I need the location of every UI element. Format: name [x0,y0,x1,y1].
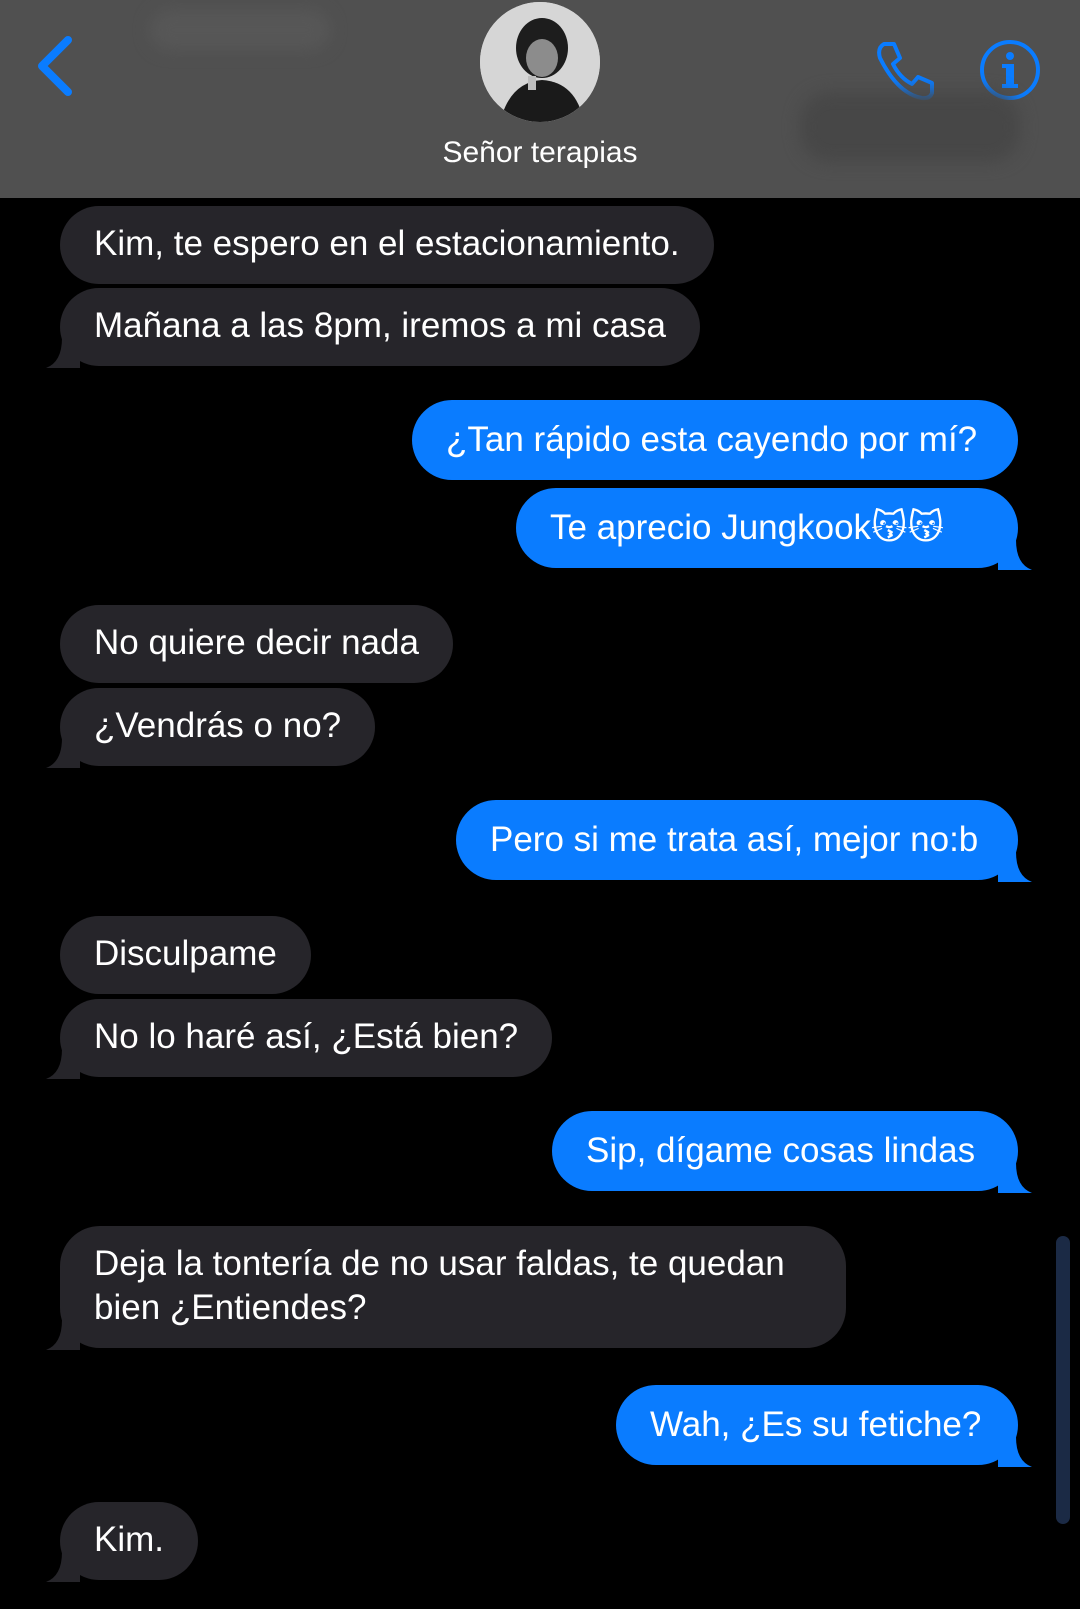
message-text: Wah, ¿Es su fetiche? [650,1405,982,1444]
bubble-tail [998,1163,1032,1193]
message-received[interactable]: Kim, te espero en el estacionamiento. [60,206,714,284]
message-text: Te aprecio Jungkook😽😽 [550,508,945,547]
message-received[interactable]: Kim. [46,1502,198,1582]
scrollbar[interactable] [1056,1236,1070,1524]
message-sent[interactable]: Sip, dígame cosas lindas [552,1111,1032,1193]
message-sent[interactable]: Wah, ¿Es su fetiche? [616,1385,1032,1467]
message-sent[interactable]: Te aprecio Jungkook😽😽 [516,488,1032,570]
message-text: Deja la tontería de no usar faldas, te q… [94,1244,785,1327]
avatar[interactable] [480,2,600,122]
bubble-tail [46,1320,80,1350]
message-received[interactable]: No lo haré así, ¿Está bien? [46,999,553,1079]
message-received[interactable]: Disculpame [60,916,311,994]
blurred-region [150,10,330,50]
bubble-tail [998,1437,1032,1467]
message-text: Mañana a las 8pm, iremos a mi casa [94,306,666,345]
message-text: Disculpame [94,934,277,973]
bubble-tail [998,852,1032,882]
bubble-tail [46,338,80,368]
message-text: No lo haré así, ¿Está bien? [94,1017,519,1056]
message-sent[interactable]: ¿Tan rápido esta cayendo por mí? [412,400,1018,480]
message-received[interactable]: No quiere decir nada [60,605,453,683]
message-text: ¿Vendrás o no? [94,706,342,745]
message-text: ¿Tan rápido esta cayendo por mí? [446,420,978,459]
message-text: Kim. [94,1520,164,1559]
bubble-tail [998,540,1032,570]
blurred-region [800,92,1020,162]
message-sent[interactable]: Pero si me trata así, mejor no:b [456,800,1032,882]
message-text: Kim, te espero en el estacionamiento. [94,224,680,263]
message-text: No quiere decir nada [94,623,419,662]
message-text: Sip, dígame cosas lindas [586,1131,976,1170]
message-received[interactable]: Mañana a las 8pm, iremos a mi casa [46,288,700,368]
message-text: Pero si me trata así, mejor no:b [490,820,979,859]
message-received[interactable]: ¿Vendrás o no? [46,688,376,768]
conversation-header: Señor terapias [0,0,1080,198]
bubble-tail [46,1049,80,1079]
bubble-tail [46,738,80,768]
chevron-left-icon[interactable] [34,34,78,98]
message-received[interactable]: Deja la tontería de no usar faldas, te q… [46,1226,846,1350]
bubble-tail [46,1552,80,1582]
